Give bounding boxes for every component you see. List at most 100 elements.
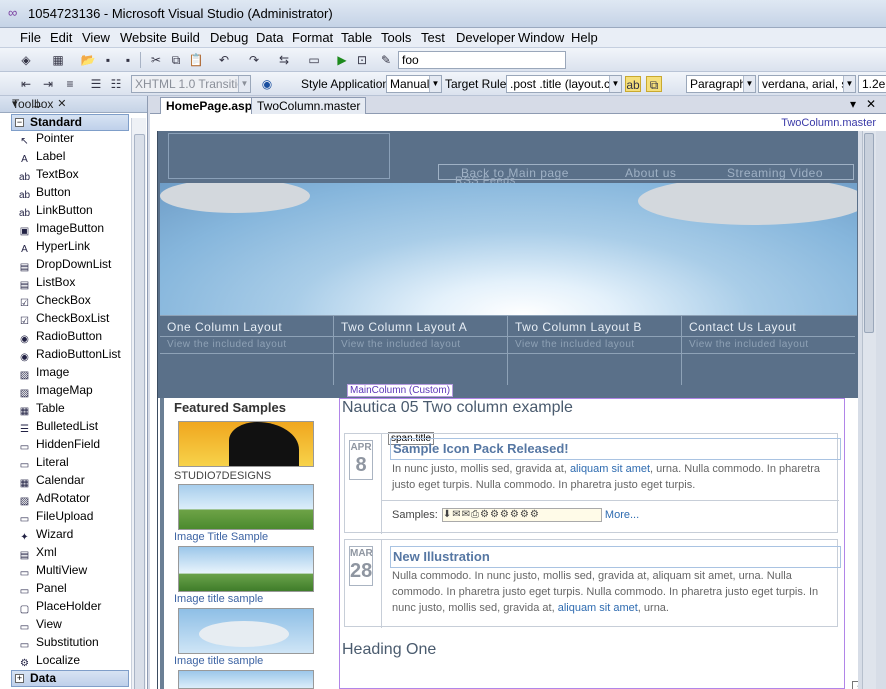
start-debugging-icon[interactable]: ▶ (334, 52, 350, 68)
tab-list-icon[interactable]: ▾ (850, 97, 856, 111)
toolbox-group-data[interactable]: + Data (11, 670, 129, 687)
find-icon[interactable]: ✎ (378, 52, 394, 68)
indent-icon[interactable]: ⇤ (18, 76, 34, 92)
paste-icon[interactable]: 📋 (188, 52, 204, 68)
save-all-icon[interactable]: ▪ (120, 52, 136, 68)
tab-twocolumn-master[interactable]: TwoColumn.master (251, 97, 367, 114)
toolbox-item-adrotator[interactable]: ▨ AdRotator (18, 489, 90, 507)
toolbox-item-imagemap[interactable]: ▨ ImageMap (18, 381, 93, 399)
target-rule-combo[interactable]: .post .title (layout.css ▼ (506, 75, 622, 93)
cut-icon[interactable]: ✂ (148, 52, 164, 68)
toolbox-item-view[interactable]: ▭ View (18, 615, 62, 633)
toolbox-item-calendar[interactable]: ▦ Calendar (18, 471, 85, 489)
menu-data[interactable]: Data (256, 30, 283, 45)
panel-controls[interactable]: ▾ ⊥ ✕ (12, 97, 141, 110)
open-icon[interactable]: 📂 (80, 52, 96, 68)
toolbox-item-hiddenfield[interactable]: ▭ HiddenField (18, 435, 100, 453)
list-icon[interactable]: ☰ (88, 76, 104, 92)
style-application-combo[interactable]: Manual ▼ (386, 75, 442, 93)
toolbox-item-checkbox[interactable]: ☑ CheckBox (18, 291, 91, 309)
bullets-icon[interactable]: ☷ (108, 76, 124, 92)
apply-style-icon[interactable]: ab (625, 76, 641, 92)
thumbnail-landscape[interactable] (178, 546, 314, 592)
nav-cell-two-column-b[interactable]: Two Column Layout B View the included la… (508, 315, 682, 385)
toolbox-item-hyperlink[interactable]: A HyperLink (18, 237, 90, 255)
block-format-combo[interactable]: Paragraph ▼ (686, 75, 756, 93)
undo-icon[interactable]: ↶ (216, 52, 232, 68)
menu-debug[interactable]: Debug (210, 30, 248, 45)
maincolumn-tag[interactable]: MainColumn (Custom) (347, 384, 454, 397)
sample-icons-strip[interactable]: ⬇✉✉⎙⚙⚙⚙⚙⚙⚙ (441, 508, 602, 522)
navigate-icon[interactable]: ⇆ (276, 52, 292, 68)
toolbox-scrollbar[interactable] (131, 118, 146, 689)
more-link[interactable]: More... (605, 509, 639, 521)
main-column[interactable]: Nautica 05 Two column example span.title… (339, 398, 845, 689)
toolbox-item-panel[interactable]: ▭ Panel (18, 579, 67, 597)
toolbox-item-imagebutton[interactable]: ▣ ImageButton (18, 219, 104, 237)
toolbox-item-literal[interactable]: ▭ Literal (18, 453, 69, 471)
toolbox-item-button[interactable]: ab Button (18, 183, 71, 201)
toolbox-item-placeholder[interactable]: ▢ PlaceHolder (18, 597, 102, 615)
check-accessibility-icon[interactable]: ◉ (259, 76, 275, 92)
menu-test[interactable]: Test (421, 30, 445, 45)
toolbox-item-radiobutton[interactable]: ◉ RadioButton (18, 327, 102, 345)
align-icon[interactable]: ≡ (62, 76, 78, 92)
toolbox-item-linkbutton[interactable]: ab LinkButton (18, 201, 93, 219)
menu-developer[interactable]: Developer (456, 30, 515, 45)
menu-edit[interactable]: Edit (50, 30, 72, 45)
toolbox-item-checkboxlist[interactable]: ☑ CheckBoxList (18, 309, 109, 327)
nav-cell-contact-us[interactable]: Contact Us Layout View the included layo… (682, 315, 857, 385)
find-in-files-icon[interactable]: ⊡ (354, 52, 370, 68)
menu-format[interactable]: Format (292, 30, 333, 45)
font-size-combo[interactable]: 1.2em (858, 75, 886, 93)
find-combo[interactable]: foo (398, 51, 566, 69)
post-title[interactable]: Sample Icon Pack Released! (390, 438, 841, 460)
tab-homepage-aspx[interactable]: HomePage.aspx (160, 97, 265, 114)
new-project-icon[interactable]: ◈ (18, 52, 34, 68)
post-link[interactable]: aliquam sit amet (558, 602, 638, 614)
thumbnail-clouds[interactable] (178, 608, 314, 654)
post-title[interactable]: New Illustration (390, 546, 841, 568)
toolbox-item-listbox[interactable]: ▤ ListBox (18, 273, 76, 291)
thumbnail-caption[interactable]: Image title sample (174, 655, 263, 667)
menu-window[interactable]: Window (518, 30, 564, 45)
manage-styles-icon[interactable]: ⧉ (646, 76, 662, 92)
nav-link[interactable]: About us (625, 166, 676, 180)
redo-icon[interactable]: ↷ (246, 52, 262, 68)
add-item-icon[interactable]: ▦ (50, 52, 66, 68)
toolbox-item-image[interactable]: ▨ Image (18, 363, 70, 381)
toolbox-item-bulletedlist[interactable]: ☰ BulletedList (18, 417, 98, 435)
doctype-combo[interactable]: XHTML 1.0 Transition… ▼ (131, 75, 251, 93)
design-surface[interactable]: TwoColumn.master Back to Main page About… (150, 114, 886, 689)
menu-table[interactable]: Table (341, 30, 372, 45)
toolbox-item-localize[interactable]: ⚙ Localize (18, 651, 80, 669)
toolbox-item-multiview[interactable]: ▭ MultiView (18, 561, 87, 579)
thumbnail-studio7[interactable] (178, 421, 314, 467)
scroll-thumb[interactable] (134, 134, 145, 689)
nav-cell-two-column-a[interactable]: Two Column Layout A View the included la… (334, 315, 508, 385)
menu-view[interactable]: View (82, 30, 110, 45)
toolbox-item-fileupload[interactable]: ▭ FileUpload (18, 507, 94, 525)
thumbnail-caption[interactable]: Image Title Sample (174, 531, 268, 543)
thumbnail-landscape[interactable] (178, 484, 314, 530)
toolbox-item-wizard[interactable]: ✦ Wizard (18, 525, 73, 543)
toolbox-item-label[interactable]: A Label (18, 147, 65, 165)
font-family-combo[interactable]: verdana, arial, sar ▼ (758, 75, 856, 93)
toolbox-item-substitution[interactable]: ▭ Substitution (18, 633, 99, 651)
scroll-thumb[interactable] (864, 133, 874, 333)
master-page-label[interactable]: TwoColumn.master (781, 117, 876, 129)
save-icon[interactable]: ▪ (100, 52, 116, 68)
toolbox-item-pointer[interactable]: ↖ Pointer (18, 129, 74, 147)
toolbox-item-radiobuttonlist[interactable]: ◉ RadioButtonList (18, 345, 121, 363)
post-link[interactable]: aliquam sit amet (570, 463, 650, 475)
thumbnail-caption[interactable]: Image title sample (174, 593, 263, 605)
menu-file[interactable]: File (20, 30, 41, 45)
logo-placeholder[interactable] (168, 133, 390, 179)
menu-website[interactable]: Website (120, 30, 167, 45)
nav-cell-one-column[interactable]: One Column Layout View the included layo… (160, 315, 334, 385)
copy-icon[interactable]: ⧉ (168, 52, 184, 68)
toolbox-item-dropdownlist[interactable]: ▤ DropDownList (18, 255, 112, 273)
menu-tools[interactable]: Tools (381, 30, 411, 45)
build-icon[interactable]: ▭ (306, 52, 322, 68)
menu-help[interactable]: Help (571, 30, 598, 45)
